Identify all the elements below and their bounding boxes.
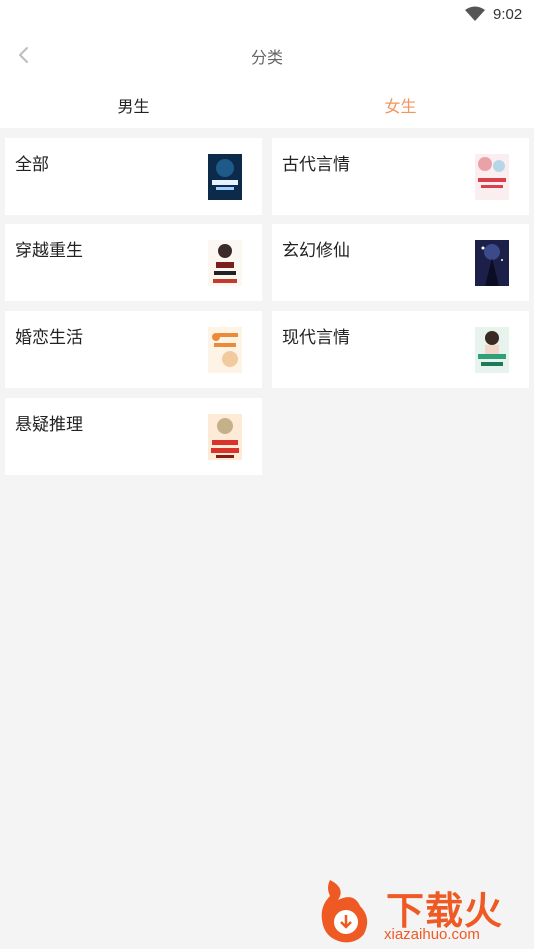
flame-logo-icon (321, 880, 368, 943)
category-label: 悬疑推理 (15, 415, 83, 435)
watermark-logo: 下载火 xiazaihuo.com (316, 878, 532, 946)
category-label: 现代言情 (282, 328, 350, 348)
status-bar: 9:02 (0, 0, 534, 30)
category-card-modern-romance[interactable]: 现代言情 (272, 311, 529, 388)
category-card-fantasy-cultivation[interactable]: 玄幻修仙 (272, 224, 529, 301)
status-time: 9:02 (493, 6, 523, 23)
watermark-domain: xiazaihuo.com (384, 926, 480, 943)
page-title: 分类 (250, 48, 283, 67)
category-card-mystery[interactable]: 悬疑推理 (5, 398, 262, 475)
book-cover-image (208, 327, 242, 373)
category-label: 穿越重生 (15, 241, 83, 261)
book-cover-image (475, 240, 509, 286)
category-label: 婚恋生活 (15, 328, 83, 348)
category-card-marriage-life[interactable]: 婚恋生活 (5, 311, 262, 388)
category-label: 全部 (15, 155, 49, 175)
tab-female[interactable]: 女生 (267, 93, 534, 117)
wifi-icon (465, 6, 485, 21)
book-cover-image (475, 327, 509, 373)
book-cover-image (208, 240, 242, 286)
category-label: 古代言情 (282, 155, 350, 175)
category-label: 玄幻修仙 (282, 241, 350, 261)
category-card-ancient-romance[interactable]: 古代言情 (272, 138, 529, 215)
nav-bar: 分类 (0, 30, 534, 80)
tab-male[interactable]: 男生 (0, 93, 267, 117)
gender-tabs: 男生 女生 (0, 80, 534, 128)
book-cover-image (208, 414, 242, 460)
book-cover-image (208, 154, 242, 200)
book-cover-image (475, 154, 509, 200)
category-card-all[interactable]: 全部 (5, 138, 262, 215)
category-card-time-travel[interactable]: 穿越重生 (5, 224, 262, 301)
